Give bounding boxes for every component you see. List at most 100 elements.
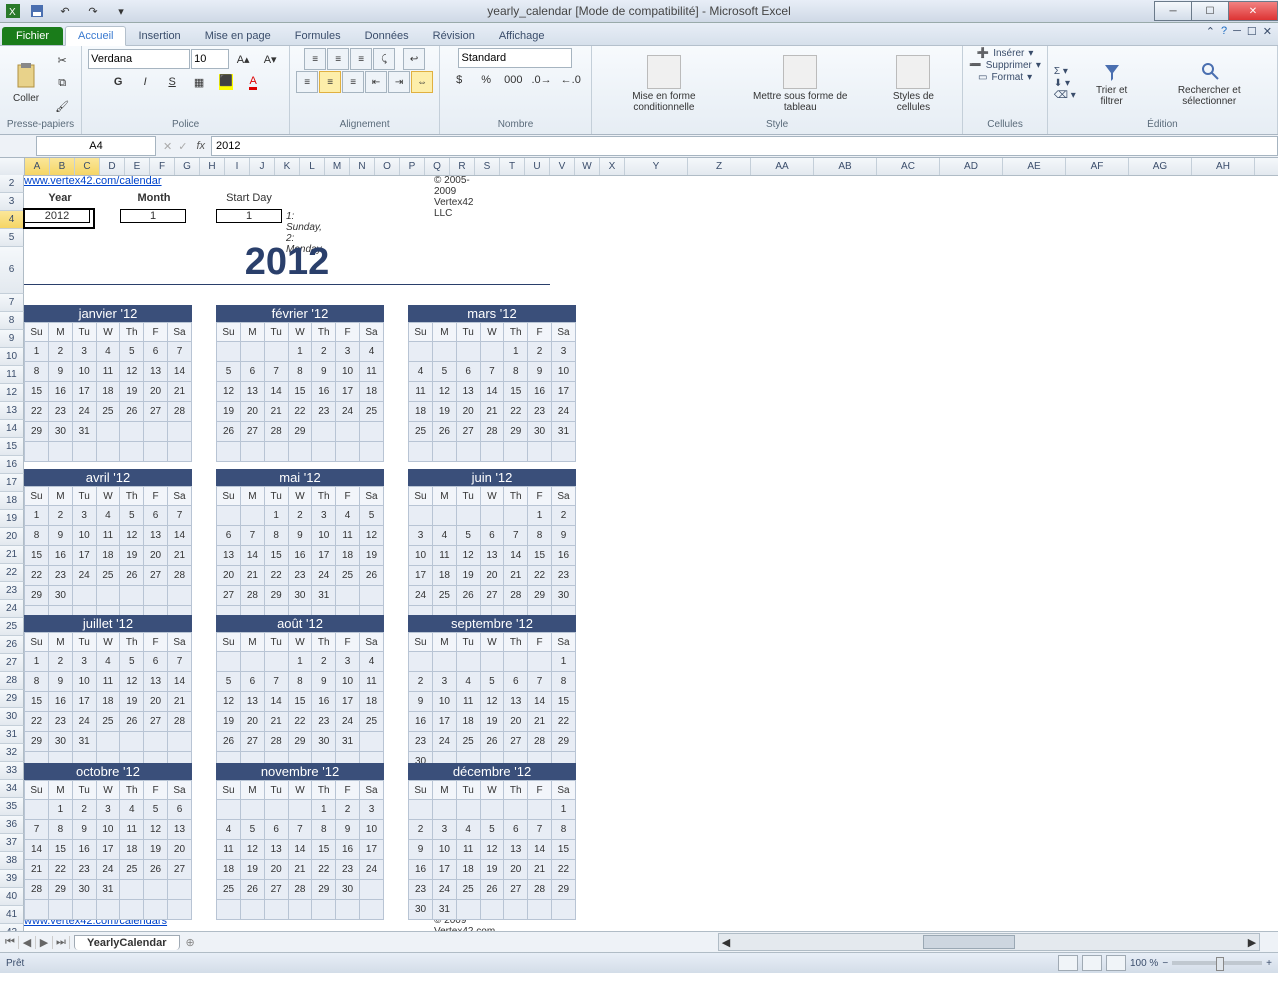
calendar-cell[interactable]: 6	[504, 672, 528, 692]
calendar-cell[interactable]: 18	[359, 692, 383, 712]
calendar-cell[interactable]: 13	[167, 820, 191, 840]
help-icon[interactable]: ?	[1221, 25, 1227, 38]
calendar-cell[interactable]	[456, 800, 480, 820]
calendar-cell[interactable]: 31	[72, 732, 96, 752]
calendar-cell[interactable]: 12	[480, 840, 504, 860]
calendar-cell[interactable]	[528, 442, 552, 462]
calendar-cell[interactable]: 7	[241, 526, 265, 546]
calendar-cell[interactable]	[409, 342, 433, 362]
column-header[interactable]: R	[450, 158, 475, 175]
calendar-cell[interactable]: 7	[480, 362, 504, 382]
view-pagelayout-icon[interactable]	[1082, 955, 1102, 971]
column-header[interactable]: N	[350, 158, 375, 175]
calendar-cell[interactable]: 4	[96, 652, 120, 672]
calendar-cell[interactable]: 4	[456, 672, 480, 692]
calendar-cell[interactable]: 27	[264, 880, 288, 900]
calendar-cell[interactable]: 17	[96, 840, 120, 860]
column-header[interactable]: E	[125, 158, 150, 175]
calendar-cell[interactable]: 4	[120, 800, 144, 820]
calendar-cell[interactable]: 20	[241, 402, 265, 422]
calendar-cell[interactable]: 3	[409, 526, 433, 546]
calendar-cell[interactable]: 27	[504, 880, 528, 900]
row-header[interactable]: 31	[0, 726, 24, 744]
calendar-cell[interactable]	[336, 442, 360, 462]
calendar-cell[interactable]: 5	[359, 506, 383, 526]
calendar-cell[interactable]: 31	[336, 732, 360, 752]
column-header[interactable]: AA	[751, 158, 814, 175]
calendar-cell[interactable]: 27	[456, 422, 480, 442]
calendar-cell[interactable]	[551, 442, 575, 462]
calendar-cell[interactable]: 10	[336, 362, 360, 382]
calendar-cell[interactable]: 20	[167, 840, 191, 860]
calendar-cell[interactable]: 12	[480, 692, 504, 712]
calendar-cell[interactable]: 14	[264, 382, 288, 402]
calendar-cell[interactable]	[144, 732, 168, 752]
calendar-cell[interactable]: 10	[551, 362, 575, 382]
new-sheet-icon[interactable]: ⊕	[180, 936, 201, 949]
tab-insert[interactable]: Insertion	[126, 27, 192, 45]
calendar-cell[interactable]: 23	[409, 732, 433, 752]
calendar-cell[interactable]	[96, 442, 120, 462]
indent-increase-icon[interactable]: ⇥	[388, 71, 410, 93]
calendar-cell[interactable]: 28	[25, 880, 49, 900]
delete-cells-button[interactable]: ➖ Supprimer ▾	[969, 60, 1041, 71]
calendar-cell[interactable]: 4	[456, 820, 480, 840]
column-header[interactable]: AC	[877, 158, 940, 175]
calendar-cell[interactable]: 30	[49, 586, 73, 606]
column-header[interactable]: X	[600, 158, 625, 175]
column-header[interactable]: V	[550, 158, 575, 175]
calendar-cell[interactable]: 17	[336, 382, 360, 402]
row-header[interactable]: 25	[0, 618, 24, 636]
calendar-cell[interactable]: 26	[480, 880, 504, 900]
calendar-cell[interactable]: 10	[433, 692, 457, 712]
calendar-cell[interactable]	[167, 900, 191, 920]
calendar-cell[interactable]: 25	[456, 732, 480, 752]
calendar-cell[interactable]: 19	[456, 566, 480, 586]
row-header[interactable]: 16	[0, 456, 24, 474]
calendar-cell[interactable]: 25	[96, 402, 120, 422]
calendar-cell[interactable]: 14	[480, 382, 504, 402]
calendar-cell[interactable]	[504, 442, 528, 462]
calendar-cell[interactable]: 9	[409, 840, 433, 860]
calendar-cell[interactable]: 27	[217, 586, 241, 606]
column-header[interactable]: G	[175, 158, 200, 175]
calendar-cell[interactable]	[72, 900, 96, 920]
cancel-formula-icon[interactable]: ✕	[160, 140, 175, 153]
calendar-cell[interactable]: 17	[433, 712, 457, 732]
clear-icon[interactable]: ⌫ ▾	[1054, 90, 1076, 101]
column-header[interactable]: C	[75, 158, 100, 175]
select-all-corner[interactable]	[0, 158, 25, 175]
calendar-cell[interactable]	[217, 506, 241, 526]
calendar-cell[interactable]: 2	[49, 506, 73, 526]
calendar-cell[interactable]: 30	[551, 586, 575, 606]
calendar-cell[interactable]: 12	[144, 820, 168, 840]
calendar-cell[interactable]: 4	[217, 820, 241, 840]
column-header[interactable]: AB	[814, 158, 877, 175]
calendar-cell[interactable]: 9	[551, 526, 575, 546]
row-header[interactable]: 17	[0, 474, 24, 492]
calendar-cell[interactable]	[25, 442, 49, 462]
align-top-icon[interactable]: ≡	[304, 48, 326, 70]
doc-restore-icon[interactable]: ☐	[1247, 25, 1257, 38]
row-header[interactable]: 42	[0, 924, 24, 931]
font-color-icon[interactable]: A	[240, 71, 266, 93]
calendar-cell[interactable]: 18	[96, 692, 120, 712]
column-header[interactable]: L	[300, 158, 325, 175]
align-right-icon[interactable]: ≡	[342, 71, 364, 93]
calendar-cell[interactable]: 8	[264, 526, 288, 546]
calendar-cell[interactable]: 6	[456, 362, 480, 382]
calendar-cell[interactable]: 22	[288, 712, 312, 732]
row-header[interactable]: 35	[0, 798, 24, 816]
calendar-cell[interactable]: 24	[551, 402, 575, 422]
conditional-format-button[interactable]: Mise en forme conditionnelle	[598, 50, 730, 118]
calendar-cell[interactable]	[336, 900, 360, 920]
calendar-cell[interactable]	[264, 652, 288, 672]
column-header[interactable]: K	[275, 158, 300, 175]
calendar-cell[interactable]: 27	[504, 732, 528, 752]
calendar-cell[interactable]	[456, 900, 480, 920]
calendar-cell[interactable]: 28	[167, 402, 191, 422]
calendar-cell[interactable]: 17	[72, 692, 96, 712]
calendar-cell[interactable]: 30	[72, 880, 96, 900]
calendar-cell[interactable]: 17	[312, 546, 336, 566]
calendar-cell[interactable]: 11	[456, 692, 480, 712]
